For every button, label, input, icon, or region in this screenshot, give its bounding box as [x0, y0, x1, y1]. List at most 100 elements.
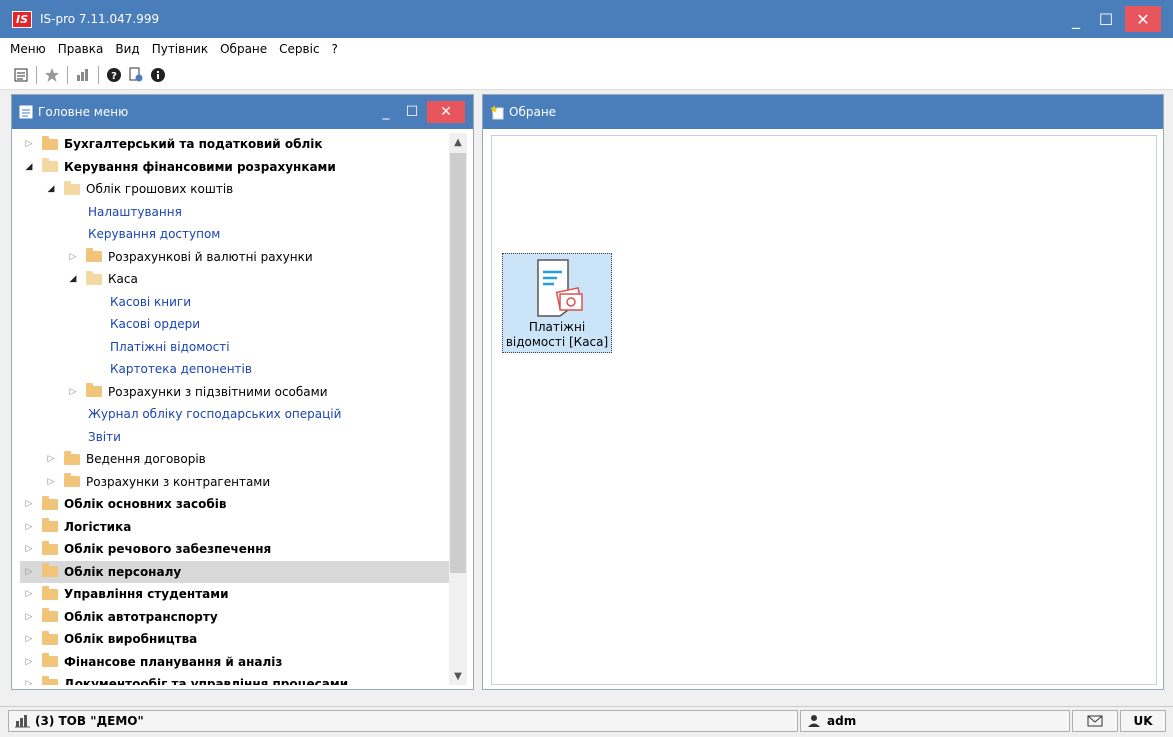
tree-link[interactable]: Налаштування — [88, 205, 182, 219]
info-icon[interactable] — [147, 64, 169, 86]
tree-item-label: Розрахунки з підзвітними особами — [108, 384, 328, 399]
tree-item[interactable]: Керування доступом — [20, 223, 452, 246]
tree-item[interactable]: Касові ордери — [20, 313, 452, 336]
menu-item-guide[interactable]: Путівник — [152, 42, 208, 56]
panel-close-button[interactable]: ✕ — [427, 101, 465, 123]
tree-item[interactable]: ▷ Документообіг та управління процесами — [20, 673, 452, 685]
tree-item-label: Бухгалтерський та податковий облік — [64, 137, 323, 152]
tree-item[interactable]: ▷ Логістика — [20, 516, 452, 539]
expand-arrow-icon[interactable]: ▷ — [66, 387, 80, 397]
expand-arrow-icon[interactable]: ▷ — [44, 454, 58, 464]
scroll-up-icon[interactable]: ▲ — [449, 133, 467, 151]
collapse-arrow-icon[interactable]: ◢ — [66, 274, 80, 284]
menu-item-help[interactable]: ? — [332, 42, 338, 56]
tree-item[interactable]: Журнал обліку господарських операцій — [20, 403, 452, 426]
tree-item[interactable]: ◢ Керування фінансовими розрахунками — [20, 156, 452, 179]
tree-item[interactable]: ▷ Облік речового забезпечення — [20, 538, 452, 561]
favorites-icon — [489, 104, 505, 120]
menu-item-view[interactable]: Вид — [115, 42, 139, 56]
menu-item-edit[interactable]: Правка — [58, 42, 104, 56]
window-minimize-button[interactable]: _ — [1063, 6, 1089, 32]
tree-item[interactable]: Касові книги — [20, 291, 452, 314]
window-titlebar: IS IS-pro 7.11.047.999 _ ☐ ✕ — [0, 0, 1173, 38]
tree-link[interactable]: Журнал обліку господарських операцій — [88, 407, 341, 421]
expand-arrow-icon[interactable]: ▷ — [44, 477, 58, 487]
expand-arrow-icon[interactable]: ▷ — [22, 679, 36, 685]
tree-item-label: Каса — [108, 272, 138, 287]
status-user[interactable]: adm — [800, 710, 1070, 732]
main-menu-icon — [18, 104, 34, 120]
folder-open-icon — [42, 158, 58, 173]
expand-arrow-icon[interactable]: ▷ — [22, 657, 36, 667]
tree-item-label: Фінансове планування й аналіз — [64, 654, 283, 669]
tree-item[interactable]: ▷ Ведення договорів — [20, 448, 452, 471]
tree-item[interactable]: ▷ Облік основних засобів — [20, 493, 452, 516]
tree-item[interactable]: ▷ Фінансове планування й аналіз — [20, 651, 452, 674]
tree-item[interactable]: ▷ Розрахунки з підзвітними особами — [20, 381, 452, 404]
folder-open-icon — [86, 270, 102, 285]
tree-link[interactable]: Звіти — [88, 430, 121, 444]
status-organization[interactable]: (3) ТОВ "ДЕМО" — [8, 710, 798, 732]
star-icon[interactable] — [41, 64, 63, 86]
tree-item-label: Ведення договорів — [86, 452, 206, 467]
toolbar-separator — [36, 65, 37, 84]
expand-arrow-icon[interactable]: ▷ — [22, 139, 36, 149]
status-language[interactable]: UK — [1120, 710, 1166, 732]
tree-item-label: Облік речового забезпечення — [64, 542, 272, 557]
expand-arrow-icon[interactable]: ▷ — [22, 634, 36, 644]
window-close-button[interactable]: ✕ — [1125, 6, 1161, 32]
tree-link[interactable]: Касові ордери — [110, 317, 200, 331]
tree-item-label: Облік персоналу — [64, 564, 182, 579]
tree-link[interactable]: Платіжні відомості — [110, 340, 230, 354]
panel-maximize-button[interactable]: ☐ — [401, 101, 423, 123]
tree-item-label: Розрахункові й валютні рахунки — [108, 249, 313, 264]
help-icon[interactable]: ? — [103, 64, 125, 86]
tree-item[interactable]: ▷ Управління студентами — [20, 583, 452, 606]
tree-item[interactable]: ▷ Облік автотранспорту — [20, 606, 452, 629]
expand-arrow-icon[interactable]: ▷ — [22, 499, 36, 509]
collapse-arrow-icon[interactable]: ◢ — [22, 162, 36, 172]
expand-arrow-icon[interactable]: ▷ — [22, 589, 36, 599]
main-menu-panel-header: Головне меню _ ☐ ✕ — [12, 95, 473, 129]
favorite-tile-payment-statements[interactable]: Платіжні відомості [Каса] — [502, 253, 612, 353]
expand-arrow-icon[interactable]: ▷ — [22, 522, 36, 532]
scroll-down-icon[interactable]: ▼ — [449, 667, 467, 685]
tree-item[interactable]: ◢ Облік грошових коштів — [20, 178, 452, 201]
tree-item[interactable]: Звіти — [20, 426, 452, 449]
panel-minimize-button[interactable]: _ — [375, 101, 397, 123]
expand-arrow-icon[interactable]: ▷ — [22, 612, 36, 622]
menu-item-favorites[interactable]: Обране — [220, 42, 267, 56]
collapse-arrow-icon[interactable]: ◢ — [44, 184, 58, 194]
tree-item-label: Керування фінансовими розрахунками — [64, 159, 336, 174]
tree-link[interactable]: Керування доступом — [88, 227, 220, 241]
organization-icon[interactable] — [72, 64, 94, 86]
status-bar: (3) ТОВ "ДЕМО" adm UK — [0, 706, 1173, 732]
tree-item[interactable]: Картотека депонентів — [20, 358, 452, 381]
tree-item[interactable]: Налаштування — [20, 201, 452, 224]
tree-item-label: Облік грошових коштів — [86, 182, 234, 197]
organization-icon — [15, 715, 30, 728]
tree-item[interactable]: ▷ Бухгалтерський та податковий облік — [20, 133, 452, 156]
toolbar-separator — [67, 65, 68, 84]
tree-link[interactable]: Касові книги — [110, 295, 191, 309]
tree-scrollbar[interactable]: ▲ ▼ — [449, 133, 467, 685]
expand-arrow-icon[interactable]: ▷ — [22, 544, 36, 554]
document-settings-icon[interactable] — [125, 64, 147, 86]
app-logo-icon: IS — [12, 10, 32, 28]
main-menu-icon[interactable] — [10, 64, 32, 86]
tree-item[interactable]: ▷ Облік виробництва — [20, 628, 452, 651]
tree-link[interactable]: Картотека депонентів — [110, 362, 252, 376]
menu-item-menu[interactable]: Меню — [10, 42, 46, 56]
tree-item[interactable]: ◢ Каса — [20, 268, 452, 291]
tree-item[interactable]: Платіжні відомості — [20, 336, 452, 359]
status-mail[interactable] — [1072, 710, 1118, 732]
expand-arrow-icon[interactable]: ▷ — [22, 567, 36, 577]
menu-item-service[interactable]: Сервіс — [279, 42, 319, 56]
window-maximize-button[interactable]: ☐ — [1093, 6, 1119, 32]
scroll-thumb[interactable] — [450, 153, 466, 573]
tree-item[interactable]: ▷ Розрахункові й валютні рахунки — [20, 246, 452, 269]
expand-arrow-icon[interactable]: ▷ — [66, 252, 80, 262]
folder-icon — [42, 518, 58, 533]
tree-item[interactable]: ▷ Облік персоналу — [20, 560, 452, 583]
tree-item[interactable]: ▷ Розрахунки з контрагентами — [20, 471, 452, 494]
